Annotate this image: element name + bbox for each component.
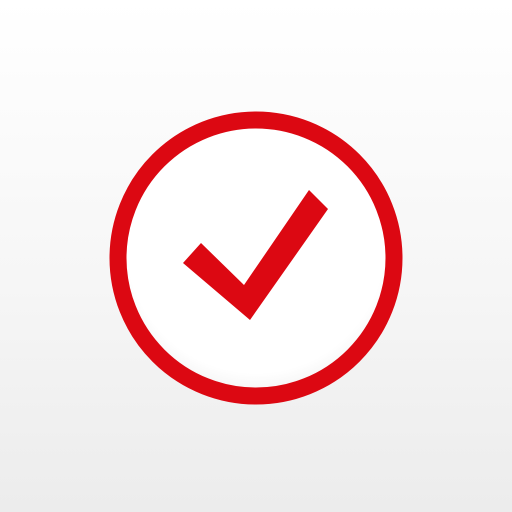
app-icon-background — [0, 0, 512, 512]
checkmark-circle-icon — [109, 111, 403, 405]
circle-ring — [109, 111, 403, 405]
